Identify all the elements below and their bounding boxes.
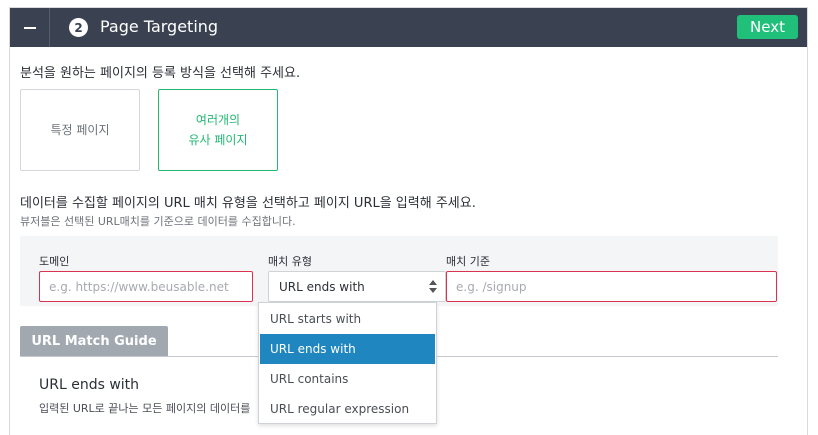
domain-input[interactable] xyxy=(39,271,253,302)
match-type-label: 매치 유형 xyxy=(268,255,312,268)
option-single-page-label: 특정 페이지 xyxy=(50,123,110,137)
match-type-select[interactable]: URL ends with xyxy=(268,271,446,302)
option-similar-pages[interactable]: 여러개의 유사 페이지 xyxy=(158,89,278,171)
url-section-subtitle: 뷰저블은 선택된 URL매치를 기준으로 데이터를 수집합니다. xyxy=(20,215,296,228)
match-type-selected: URL ends with xyxy=(279,279,365,294)
sort-arrows-icon xyxy=(429,280,437,294)
url-match-guide-tab[interactable]: URL Match Guide xyxy=(20,326,168,356)
dropdown-option-contains[interactable]: URL contains xyxy=(260,364,435,394)
url-section-title: 데이터를 수집할 페이지의 URL 매치 유형을 선택하고 페이지 URL을 입… xyxy=(20,196,476,211)
dropdown-option-regex[interactable]: URL regular expression xyxy=(260,394,435,424)
minus-icon xyxy=(23,26,36,29)
match-value-input[interactable] xyxy=(446,271,777,302)
step-header: 2 Page Targeting Next xyxy=(10,8,807,47)
option-single-page[interactable]: 특정 페이지 xyxy=(20,89,140,171)
option-similar-pages-label: 여러개의 유사 페이지 xyxy=(188,110,247,150)
collapse-button[interactable] xyxy=(10,8,50,47)
option-similar-pages-line2: 유사 페이지 xyxy=(188,133,248,147)
match-type-dropdown: URL starts with URL ends with URL contai… xyxy=(258,302,437,424)
domain-label: 도메인 xyxy=(39,255,70,268)
guide-description: 입력된 URL로 끝나는 모든 페이지의 데이터를 xyxy=(39,402,251,415)
match-value-label: 매치 기준 xyxy=(446,255,490,268)
guide-title: URL ends with xyxy=(39,377,140,393)
dropdown-option-starts-with[interactable]: URL starts with xyxy=(260,304,435,334)
targeting-question: 분석을 원하는 페이지의 등록 방식을 선택해 주세요. xyxy=(20,66,301,81)
next-button[interactable]: Next xyxy=(737,15,798,39)
step-title: Page Targeting xyxy=(100,17,219,36)
option-similar-pages-line1: 여러개의 xyxy=(195,113,241,127)
dropdown-option-ends-with[interactable]: URL ends with xyxy=(260,334,435,364)
step-number-badge: 2 xyxy=(69,18,88,37)
